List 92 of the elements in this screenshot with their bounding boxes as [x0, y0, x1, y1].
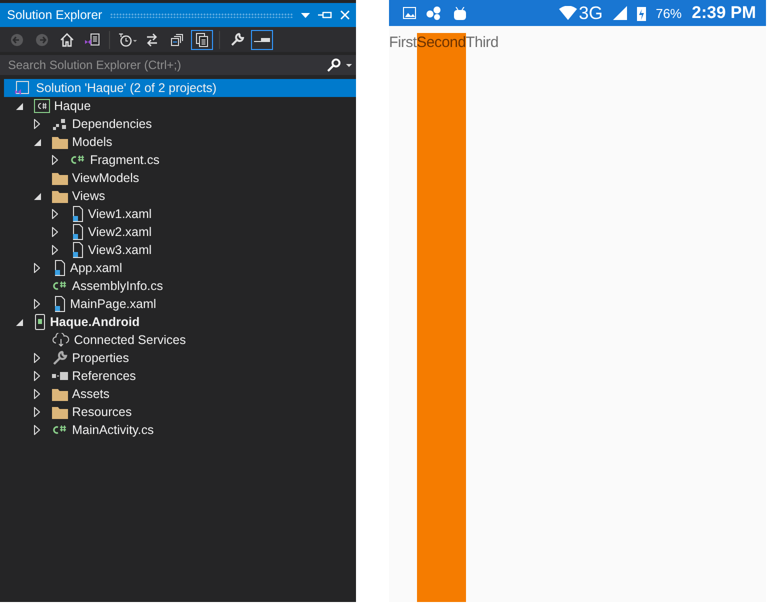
- image-icon: [403, 7, 416, 19]
- clock-icon: [117, 32, 137, 48]
- signal-icon: [612, 6, 627, 20]
- tree-item-label: MainPage.xaml: [70, 297, 156, 311]
- tree-row[interactable]: View3.xaml: [4, 241, 356, 259]
- battery-level: 76%: [656, 6, 682, 20]
- network-type: 3G: [578, 2, 603, 24]
- tree-item-label: Connected Services: [74, 333, 186, 347]
- tree-item-label: MainActivity.cs: [72, 423, 154, 437]
- tree-item-label: Views: [72, 189, 106, 203]
- tree-item-label: References: [72, 369, 136, 383]
- tree-row[interactable]: MainPage.xaml: [4, 295, 356, 313]
- tree-item-label: View1.xaml: [88, 207, 152, 221]
- folder-icon: [52, 172, 68, 184]
- close-icon: [340, 10, 350, 20]
- tree-item-label: AssemblyInfo.cs: [72, 279, 164, 293]
- toolbar-button[interactable]: [251, 30, 273, 50]
- csharp-file-icon: [52, 425, 68, 435]
- tree-row[interactable]: Models: [4, 133, 356, 151]
- toolbar-button[interactable]: [191, 30, 213, 50]
- xaml-file-icon: [70, 206, 84, 222]
- dependencies-icon: [52, 118, 68, 130]
- tree-item-label: ViewModels: [72, 171, 140, 185]
- android-icon: [453, 6, 467, 20]
- pin-icon: [318, 11, 332, 19]
- tree-row[interactable]: Resources: [4, 403, 356, 421]
- tree-row[interactable]: Dependencies: [4, 115, 356, 133]
- folder-icon: [52, 136, 68, 148]
- phone-icon: [34, 314, 46, 330]
- tree-row[interactable]: View2.xaml: [4, 223, 356, 241]
- references-icon: [52, 372, 68, 380]
- tree-row[interactable]: App.xaml: [4, 259, 356, 277]
- tree-item-label: Solution 'Haque' (2 of 2 projects): [36, 81, 217, 95]
- tab[interactable]: Third: [466, 33, 498, 602]
- home-icon: [59, 32, 75, 47]
- search-field[interactable]: Search Solution Explorer (Ctrl+;): [6, 57, 327, 73]
- wrench-icon: [230, 32, 244, 47]
- tree-row[interactable]: MainActivity.cs: [4, 421, 356, 439]
- tree-row[interactable]: Haque: [4, 97, 356, 115]
- tree-row[interactable]: Haque.Android: [4, 313, 356, 331]
- folder-icon: [52, 388, 68, 400]
- tab[interactable]: Second: [416, 33, 466, 602]
- preview-icon: [254, 36, 270, 42]
- csharp-file-icon: [52, 281, 68, 291]
- back-icon: [10, 32, 24, 46]
- cloud-icon: [52, 333, 70, 347]
- files-icon: [195, 32, 209, 48]
- collapse-all-icon: [170, 32, 184, 46]
- xaml-file-icon: [52, 296, 66, 312]
- tab[interactable]: First: [389, 33, 417, 602]
- tree-row[interactable]: AssemblyInfo.cs: [4, 277, 356, 295]
- forward-icon: [35, 32, 49, 46]
- tree-row[interactable]: Assets: [4, 385, 356, 403]
- wrench-icon: [52, 350, 68, 366]
- clock: 2:39 PM: [692, 3, 756, 23]
- tree-row[interactable]: Fragment.cs: [4, 151, 356, 169]
- panel-title: Solution Explorer: [7, 8, 102, 22]
- tree-row[interactable]: Properties: [4, 349, 356, 367]
- search-icon: [327, 58, 341, 72]
- tree-item-label: Properties: [72, 351, 129, 365]
- csharp-project-icon: [34, 99, 50, 113]
- tree-row[interactable]: View1.xaml: [4, 205, 356, 223]
- tree-row[interactable]: ViewModels: [4, 169, 356, 187]
- dropdown-icon: [301, 12, 310, 18]
- tree-row[interactable]: References: [4, 367, 356, 385]
- tree-item-label: App.xaml: [70, 261, 122, 275]
- cluster-icon: [426, 6, 443, 20]
- tree-item-label: View3.xaml: [88, 243, 152, 257]
- xaml-file-icon: [70, 242, 84, 258]
- switch-views-icon: [84, 32, 100, 48]
- tree-item-label: View2.xaml: [88, 225, 152, 239]
- wifi-icon: [558, 6, 577, 20]
- folder-icon: [52, 406, 68, 418]
- search-box[interactable]: Search Solution Explorer (Ctrl+;): [0, 55, 356, 75]
- tree-item-label: Assets: [72, 387, 110, 401]
- folder-icon: [52, 190, 68, 202]
- tree-row[interactable]: Connected Services: [4, 331, 356, 349]
- tree-item-label: Dependencies: [72, 117, 152, 131]
- tree-item-label: Haque.Android: [50, 315, 140, 329]
- csharp-file-icon: [70, 155, 86, 165]
- solution-icon: [14, 80, 30, 96]
- xaml-file-icon: [52, 260, 66, 276]
- tree-row[interactable]: Views: [4, 187, 356, 205]
- sync-icon: [145, 32, 159, 46]
- tree-item-label: Haque: [54, 99, 91, 113]
- tree-row[interactable]: Solution 'Haque' (2 of 2 projects): [4, 79, 356, 97]
- tree-item-label: Fragment.cs: [90, 153, 160, 167]
- tree-item-label: Resources: [72, 405, 132, 419]
- dropdown-icon: [346, 64, 352, 66]
- xaml-file-icon: [70, 224, 84, 240]
- tree-item-label: Models: [72, 135, 112, 149]
- battery-icon: [636, 6, 646, 20]
